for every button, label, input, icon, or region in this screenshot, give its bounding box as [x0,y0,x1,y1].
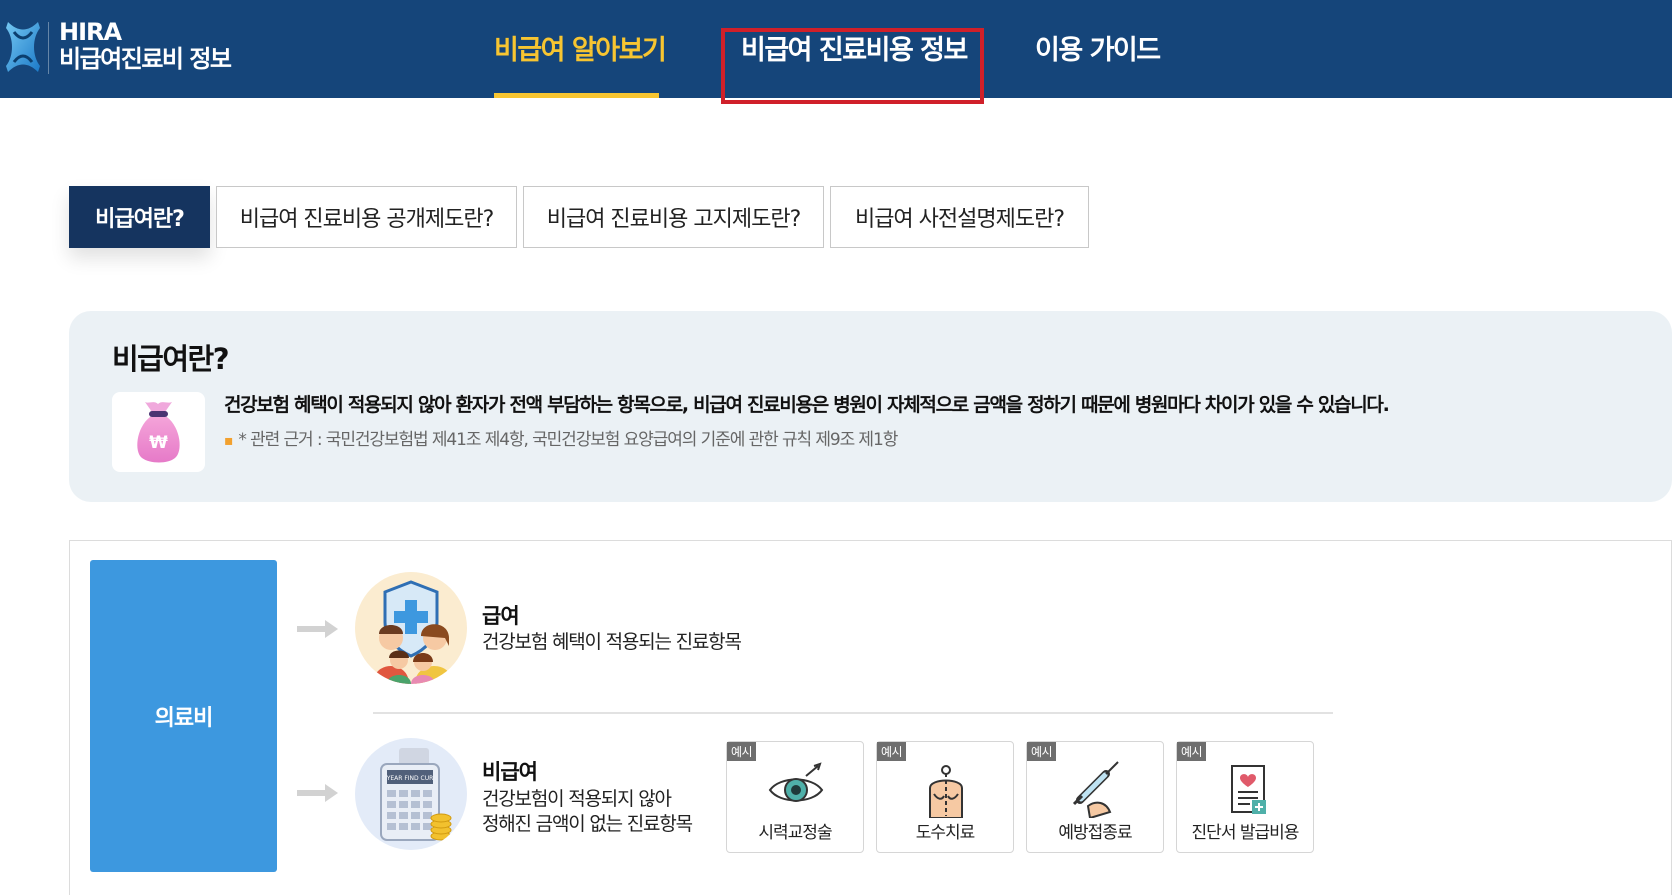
example-label: 진단서 발급비용 [1191,823,1300,843]
arrow-right-icon [297,620,338,638]
example-badge: 예시 [877,742,907,761]
bullet-dot: ▪ [224,433,234,449]
covered-title: 급여 [482,604,520,628]
certificate-icon [1231,765,1266,814]
tab-cost-disclosure[interactable]: 비급여 진료비용 공개제도란? [216,186,517,248]
highlight-box [721,28,984,104]
example-label: 시력교정술 [758,823,832,843]
info-description: 건강보험 혜택이 적용되지 않아 환자가 전액 부담하는 항목으로, 비급여 진… [224,394,1390,416]
active-nav-underline [494,93,659,98]
calculator-icon: YEAR FIND CUR [380,748,452,841]
insured-family-illustration [355,572,467,684]
svg-text:₩: ₩ [149,433,168,453]
example-card-certificate-fee[interactable]: 예시 진단서 발급비용 [1176,741,1314,853]
legal-basis-text: * 관련 근거 : 국민건강보험법 제41조 제4항, 국민건강보험 요양급여의… [238,430,898,450]
example-badge: 예시 [727,742,757,761]
example-card-vaccination[interactable]: 예시 예방접종료 [1026,741,1164,853]
nav-usage-guide[interactable]: 이용 가이드 [1035,34,1161,68]
family-shield-icon [373,580,453,684]
legal-basis-note: ▪ * 관련 근거 : 국민건강보험법 제41조 제4항, 국민건강보험 요양급여… [224,425,898,450]
noncovered-description-line2: 정해진 금액이 없는 진료항목 [482,813,693,835]
eye-icon [768,762,824,802]
covered-description: 건강보험 혜택이 적용되는 진료항목 [482,631,742,653]
example-label: 예방접종료 [1058,823,1132,843]
example-card-vision-correction[interactable]: 예시 시력교정술 [726,741,864,853]
hira-logo-icon[interactable] [2,18,44,76]
noncovered-title: 비급여 [482,760,538,784]
money-bag-icon-box: ₩ [112,392,205,472]
example-label: 도수치료 [915,823,976,843]
example-card-manual-therapy[interactable]: 예시 도수치료 [876,741,1014,853]
section-divider [373,712,1333,714]
calculator-illustration: YEAR FIND CUR [355,738,467,850]
medical-cost-box: 의료비 [90,560,277,872]
tab-prior-explanation[interactable]: 비급여 사전설명제도란? [830,186,1089,248]
brand-subtitle: 비급여진료비 정보 [59,45,232,73]
syringe-icon [1072,761,1119,818]
info-title: 비급여란? [112,342,230,376]
medical-cost-diagram [69,540,1672,895]
calculator-text: YEAR FIND CUR [386,775,434,782]
logo-divider [48,22,49,74]
tab-what-is-noncovered[interactable]: 비급여란? [69,186,210,248]
money-bag-icon: ₩ [137,402,180,463]
arrow-right-icon [297,784,338,802]
example-badge: 예시 [1027,742,1057,761]
brand-name: HIRA [59,18,122,46]
tab-cost-notice[interactable]: 비급여 진료비용 고지제도란? [523,186,824,248]
manual-therapy-icon [929,765,963,818]
noncovered-description-line1: 건강보험이 적용되지 않아 [482,788,672,810]
example-badge: 예시 [1177,742,1207,761]
nav-learn-noncovered[interactable]: 비급여 알아보기 [494,34,667,68]
